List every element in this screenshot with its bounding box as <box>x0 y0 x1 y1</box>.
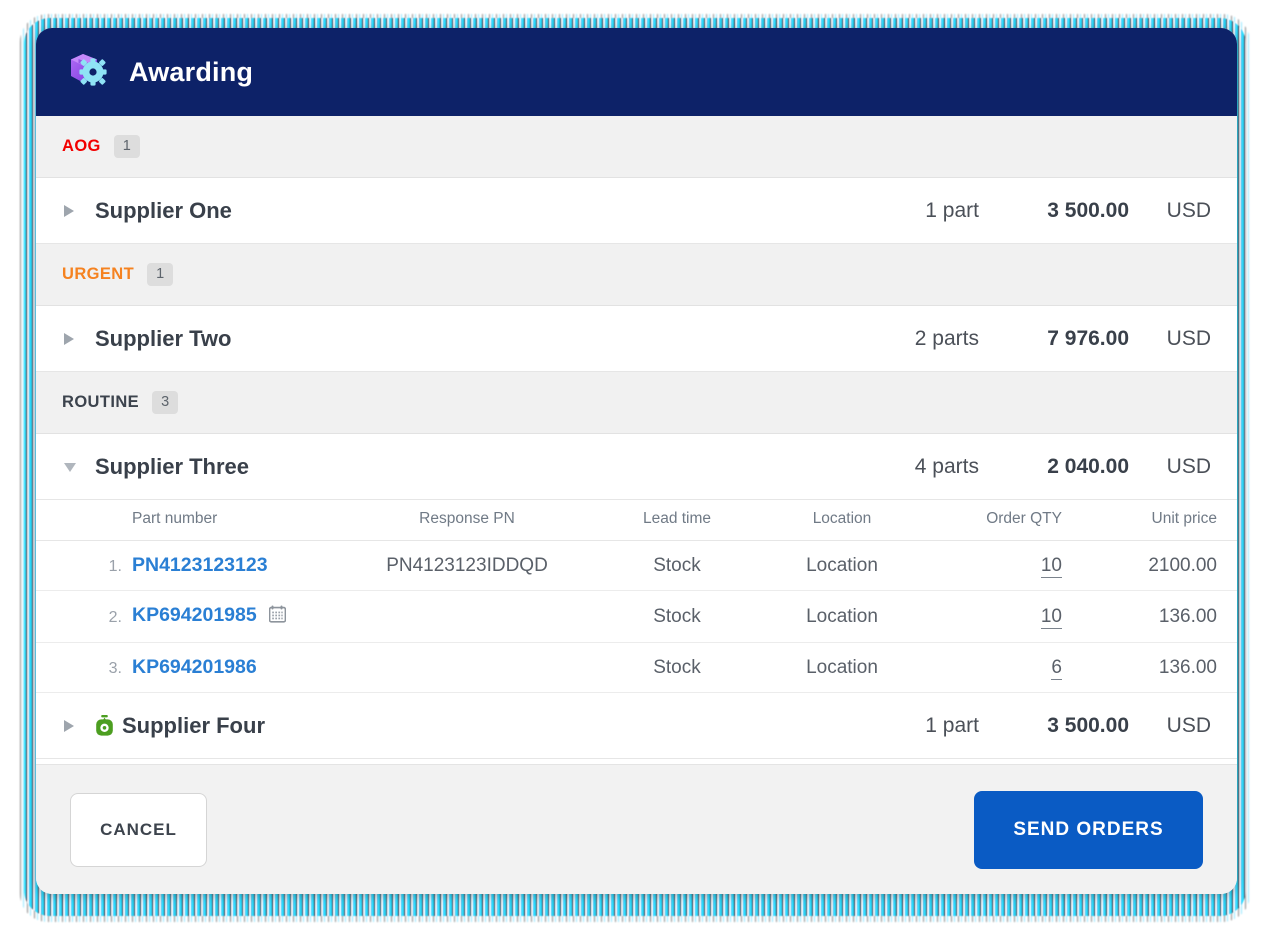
response-pn-cell <box>342 590 592 643</box>
location-cell: Location <box>762 590 922 643</box>
part-number-link[interactable]: PN4123123123 <box>132 554 268 576</box>
supplier-row-two[interactable]: Supplier Two 2 parts 7 976.00 USD <box>36 306 1237 372</box>
column-header-response-pn: Response PN <box>342 500 592 541</box>
column-header-unit-price: Unit price <box>1082 500 1237 541</box>
row-index: 3. <box>108 659 122 677</box>
lead-time-cell: Stock <box>592 642 762 693</box>
cancel-button[interactable]: CANCEL <box>70 792 207 867</box>
dialog-body: AOG 1 Supplier One 1 part 3 500.00 USD U… <box>36 116 1237 764</box>
column-header-order-qty: Order QTY <box>922 500 1082 541</box>
green-timer-icon <box>95 715 114 736</box>
cube-gear-logo-icon <box>66 50 110 94</box>
supplier-amount: 3 500.00 <box>1047 198 1129 222</box>
supplier-parts-count: 1 part <box>925 713 979 737</box>
group-count-badge: 1 <box>147 263 174 286</box>
part-number-link[interactable]: KP694201986 <box>132 656 257 678</box>
order-qty-input[interactable]: 10 <box>1040 554 1062 578</box>
chevron-right-icon[interactable] <box>62 331 84 347</box>
unit-price-cell: 136.00 <box>1082 590 1237 643</box>
supplier-name: Supplier Three <box>95 453 250 479</box>
supplier-row-four[interactable]: Supplier Four 1 part 3 500.00 USD <box>36 693 1237 759</box>
column-header-index <box>36 500 132 541</box>
supplier-name: Supplier One <box>95 197 232 223</box>
group-header-routine: ROUTINE 3 <box>36 372 1237 434</box>
group-header-urgent: URGENT 1 <box>36 244 1237 306</box>
supplier-parts-count: 1 part <box>925 198 979 222</box>
parts-table: Part number Response PN Lead time Locati… <box>36 500 1237 693</box>
chevron-down-icon[interactable] <box>62 460 84 474</box>
supplier-currency: USD <box>1166 454 1211 478</box>
supplier-name: Supplier Four <box>122 712 265 738</box>
supplier-parts-count: 4 parts <box>914 454 979 478</box>
supplier-amount: 2 040.00 <box>1047 454 1129 478</box>
supplier-currency: USD <box>1166 326 1211 350</box>
group-label: URGENT <box>62 265 135 283</box>
column-header-location: Location <box>762 500 922 541</box>
dialog-footer: CANCEL SEND ORDERS <box>36 764 1237 894</box>
location-cell: Location <box>762 540 922 591</box>
parts-table-header-row: Part number Response PN Lead time Locati… <box>36 500 1237 541</box>
screenshot-stage: Awarding AOG 1 Supplier One 1 part 3 500… <box>0 0 1272 946</box>
supplier-amount: 7 976.00 <box>1047 326 1129 350</box>
table-row: 1. PN4123123123 PN4123123IDDQD Stock Loc… <box>36 540 1237 591</box>
group-header-aog: AOG 1 <box>36 116 1237 178</box>
awarding-dialog: Awarding AOG 1 Supplier One 1 part 3 500… <box>36 28 1237 894</box>
lead-time-cell: Stock <box>592 540 762 591</box>
table-row: 2. KP694201985 Stock Location 10 136.00 <box>36 590 1237 643</box>
chevron-right-icon[interactable] <box>62 203 84 219</box>
order-qty-input[interactable]: 10 <box>1040 605 1062 629</box>
unit-price-cell: 136.00 <box>1082 642 1237 693</box>
dialog-header: Awarding <box>36 28 1237 116</box>
group-count-badge: 1 <box>113 135 140 158</box>
row-index: 1. <box>108 557 122 575</box>
order-qty-input[interactable]: 6 <box>1051 656 1062 680</box>
dialog-title: Awarding <box>129 56 254 87</box>
supplier-amount: 3 500.00 <box>1047 713 1129 737</box>
group-count-badge: 3 <box>152 391 179 414</box>
lead-time-cell: Stock <box>592 590 762 643</box>
chevron-right-icon[interactable] <box>62 718 84 734</box>
supplier-parts-count: 2 parts <box>914 326 979 350</box>
calendar-icon[interactable] <box>268 605 287 629</box>
supplier-name-wrap: Supplier Four <box>95 713 265 739</box>
unit-price-cell: 2100.00 <box>1082 540 1237 591</box>
send-orders-button[interactable]: SEND ORDERS <box>974 790 1203 869</box>
column-header-lead-time: Lead time <box>592 500 762 541</box>
table-row: 3. KP694201986 Stock Location 6 136.00 1… <box>36 642 1237 693</box>
location-cell: Location <box>762 642 922 693</box>
part-number-link[interactable]: KP694201985 <box>132 604 257 626</box>
supplier-row-one[interactable]: Supplier One 1 part 3 500.00 USD <box>36 178 1237 244</box>
supplier-currency: USD <box>1166 198 1211 222</box>
group-label: ROUTINE <box>62 393 140 411</box>
group-label: AOG <box>62 137 101 155</box>
supplier-row-three[interactable]: Supplier Three 4 parts 2 040.00 USD <box>36 434 1237 500</box>
supplier-name: Supplier Two <box>95 325 232 351</box>
response-pn-cell <box>342 642 592 693</box>
row-index: 2. <box>108 608 122 626</box>
response-pn-cell: PN4123123IDDQD <box>342 540 592 591</box>
column-header-part-number: Part number <box>132 500 342 541</box>
supplier-currency: USD <box>1166 713 1211 737</box>
